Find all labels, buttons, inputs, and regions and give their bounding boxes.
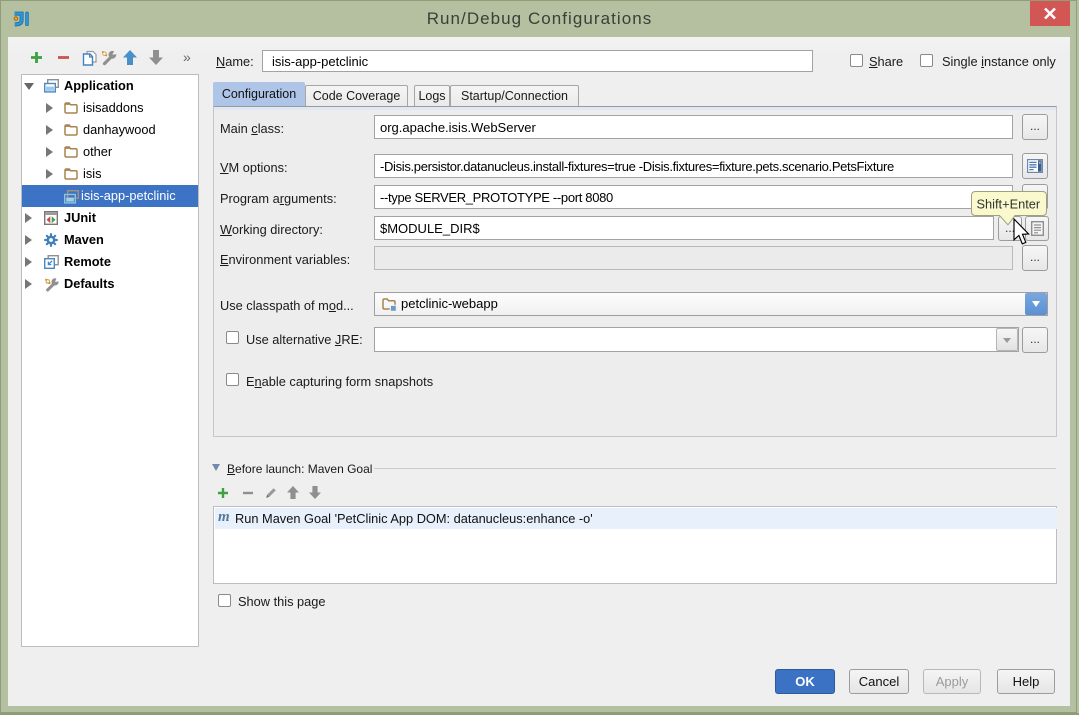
svg-text:Shift+Enter: Shift+Enter <box>977 197 1041 212</box>
